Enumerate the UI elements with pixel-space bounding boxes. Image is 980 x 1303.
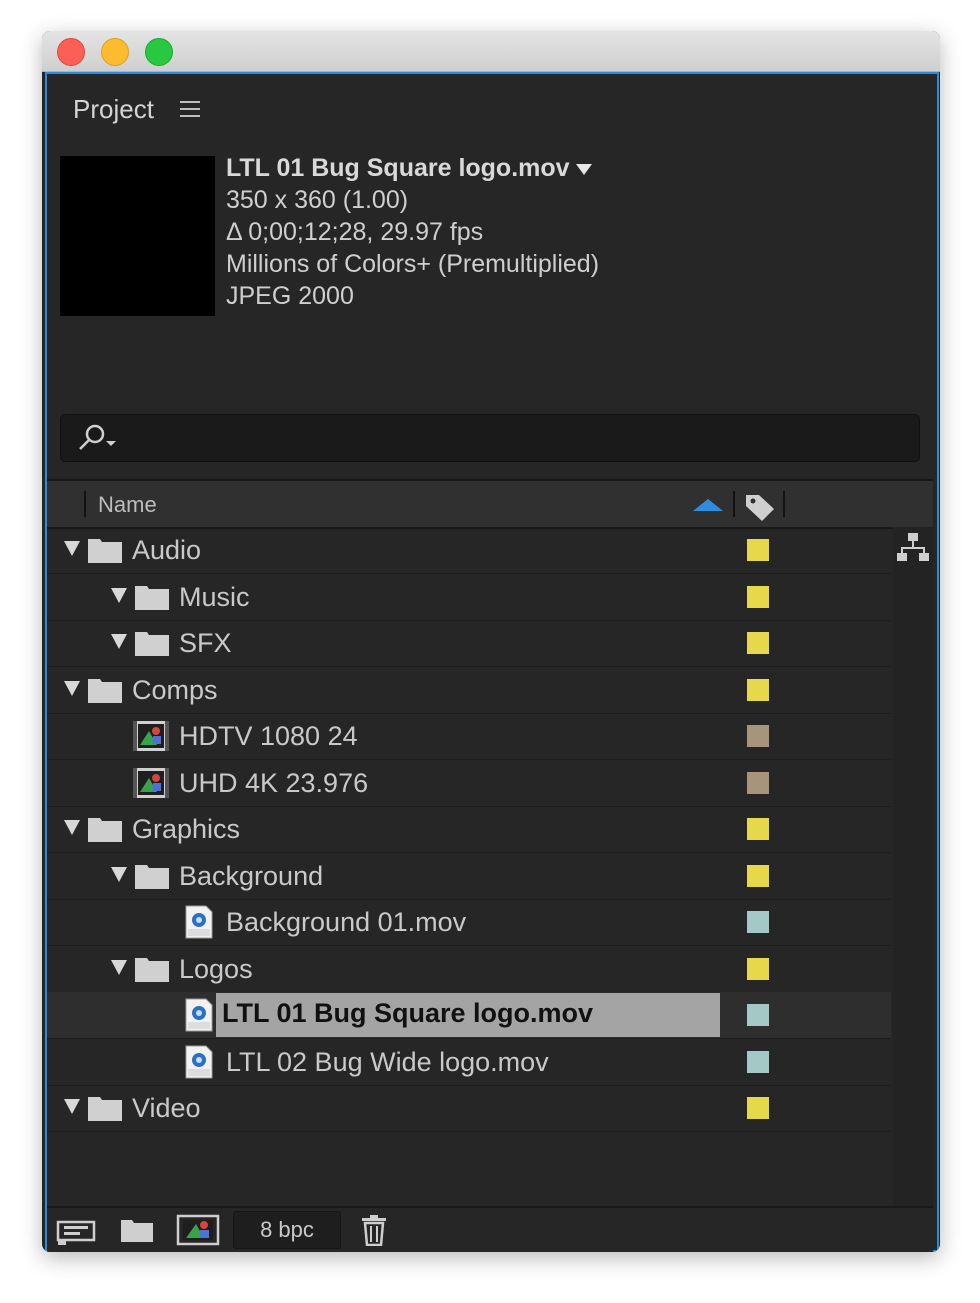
folder-icon [86,812,124,846]
disclosure-triangle-icon[interactable] [111,634,127,649]
composition-icon [132,719,170,753]
flowchart-icon[interactable] [896,531,930,565]
disclosure-triangle-icon[interactable] [64,1099,80,1114]
item-name: Audio [132,535,202,565]
label-color-swatch[interactable] [747,678,769,701]
folder-row[interactable]: Background [47,853,891,900]
label-color-swatch[interactable] [747,1050,769,1073]
search-input[interactable] [131,421,905,455]
folder-icon [133,580,171,614]
folder-row[interactable]: Logos [47,946,891,993]
panel-footer: 8 bpc [47,1206,933,1252]
composition-icon [132,766,170,800]
sort-ascending-icon[interactable] [693,499,723,511]
disclosure-triangle-icon[interactable] [64,541,80,556]
folder-row[interactable]: Graphics [47,806,891,853]
folder-row[interactable]: Comps [47,667,891,714]
name-column-header[interactable]: Name [98,492,157,518]
preview-colors: Millions of Colors+ (Premultiplied) [226,250,600,278]
folder-row[interactable]: Video [47,1085,891,1132]
label-color-swatch[interactable] [747,539,769,561]
tag-icon[interactable] [743,492,777,522]
scroll-area[interactable] [893,527,933,1207]
preview-dimensions: 350 x 360 (1.00) [226,186,409,214]
preview-filename-row: LTL 01 Bug Square logo.mov [226,152,599,184]
disclosure-triangle-icon[interactable] [111,866,127,882]
maximize-window-button[interactable] [145,38,173,66]
item-name: UHD 4K 23.976 [179,767,369,798]
column-divider[interactable] [733,491,735,517]
project-window: Project LTL 01 Bug Square logo.mov 350 x… [42,31,940,1252]
label-color-swatch[interactable] [747,818,769,840]
disclosure-triangle-icon[interactable] [64,680,80,696]
preview-codec: JPEG 2000 [226,282,354,310]
item-name: Graphics [132,814,241,844]
column-header: Name [47,479,933,529]
label-color-swatch[interactable] [747,585,769,608]
disclosure-triangle-icon[interactable] [111,587,127,603]
item-name: Background [179,860,324,891]
item-name: Comps [132,674,218,705]
item-name: HDTV 1080 24 [179,721,358,751]
trash-icon[interactable] [359,1214,389,1246]
folder-icon [86,1091,124,1125]
preview-duration: Δ 0;00;12;28, 29.97 fps [226,218,484,246]
minimize-window-button[interactable] [101,38,129,66]
footage-row[interactable]: Background 01.mov [47,899,891,946]
item-name: Video [132,1093,201,1123]
label-color-swatch[interactable] [747,864,769,887]
footage-row[interactable]: LTL 01 Bug Square logo.mov [47,992,891,1039]
item-name: Background 01.mov [226,907,467,937]
composition-row[interactable]: HDTV 1080 24 [47,713,891,760]
item-name: Logos [179,953,253,984]
folder-icon [86,533,124,567]
label-color-swatch[interactable] [747,1004,769,1026]
label-color-swatch[interactable] [747,911,769,933]
disclosure-triangle-icon[interactable] [111,959,127,975]
panel-title: Project [73,94,154,124]
close-window-button[interactable] [57,38,85,66]
item-name: Music [179,581,250,612]
item-name: SFX [179,628,232,658]
bit-depth-button[interactable]: 8 bpc [233,1211,341,1249]
composition-row[interactable]: UHD 4K 23.976 [47,760,891,807]
preview-info: LTL 01 Bug Square logo.mov 350 x 360 (1.… [226,152,599,312]
label-color-swatch[interactable] [747,632,769,654]
folder-icon [133,952,171,986]
disclosure-triangle-icon[interactable] [64,820,80,835]
search-box [60,414,920,462]
label-color-swatch[interactable] [747,725,769,747]
footage-file-icon [179,998,217,1032]
label-color-swatch[interactable] [747,1097,769,1119]
label-color-swatch[interactable] [747,957,769,980]
column-divider [84,491,86,517]
item-name: LTL 02 Bug Wide logo.mov [226,1046,549,1077]
column-divider[interactable] [783,491,785,517]
preview-thumbnail [60,156,215,316]
item-name: LTL 01 Bug Square logo.mov [216,993,720,1037]
preview-filename: LTL 01 Bug Square logo.mov [226,154,570,182]
footage-file-icon [179,1045,217,1079]
folder-row[interactable]: Audio [47,527,891,574]
dropdown-arrow-icon[interactable] [575,163,592,175]
title-bar[interactable] [42,31,940,72]
new-folder-icon[interactable] [119,1214,155,1246]
folder-icon [133,626,171,660]
search-icon[interactable] [75,423,119,453]
hamburger-menu-icon[interactable] [180,100,202,118]
interpret-footage-icon[interactable] [55,1214,97,1246]
folder-row[interactable]: Music [47,574,891,621]
folder-row[interactable]: SFX [47,620,891,667]
footage-row[interactable]: LTL 02 Bug Wide logo.mov [47,1039,891,1086]
folder-icon [86,673,124,707]
project-panel: Project LTL 01 Bug Square logo.mov 350 x… [45,72,939,1252]
label-color-swatch[interactable] [747,771,769,794]
new-composition-icon[interactable] [176,1214,220,1246]
footage-file-icon [179,905,217,939]
folder-icon [133,859,171,893]
